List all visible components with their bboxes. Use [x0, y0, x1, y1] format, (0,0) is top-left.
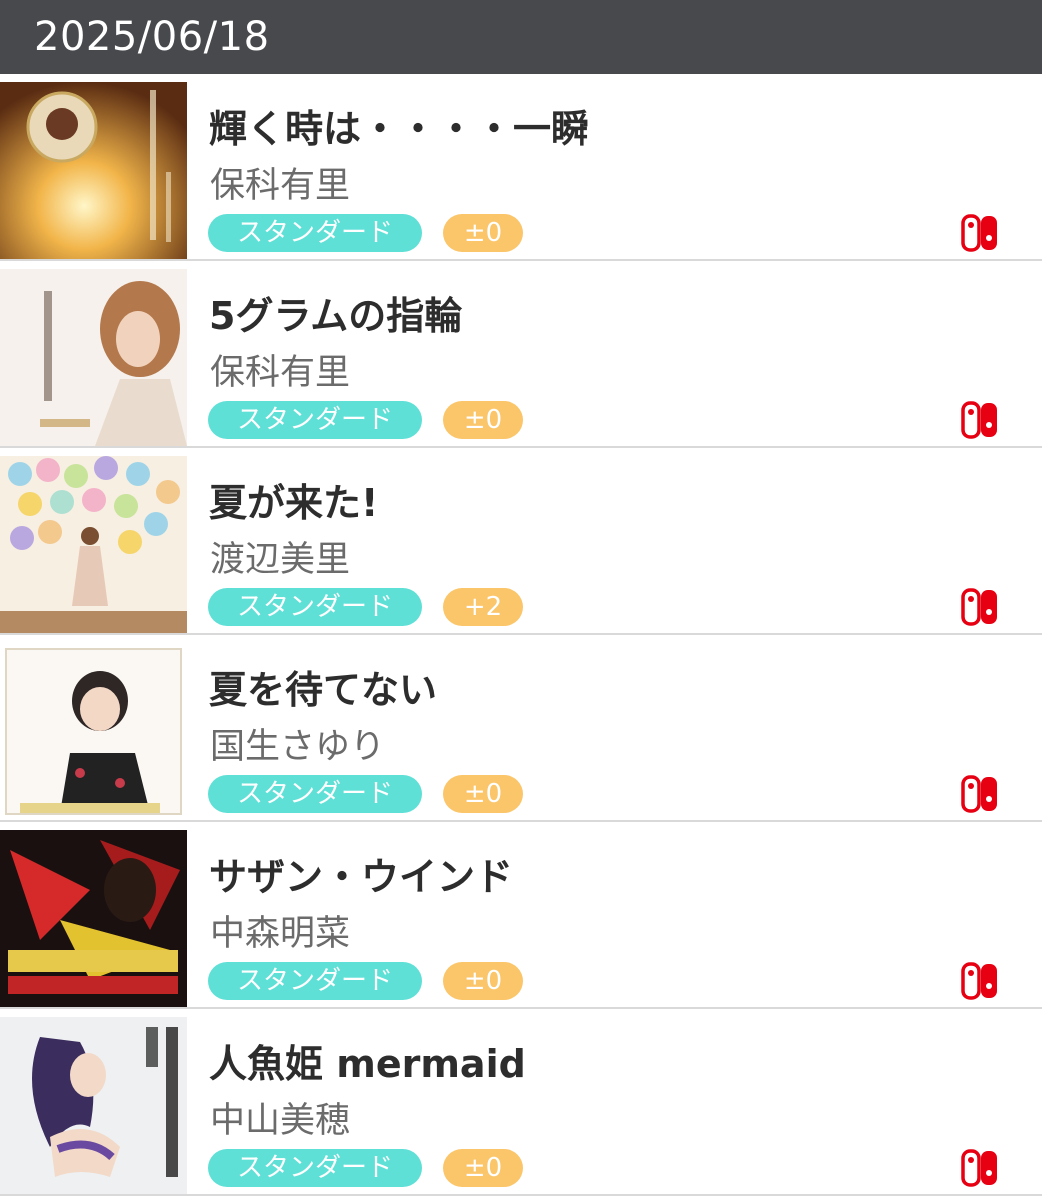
date-header: 2025/06/18 [0, 0, 1042, 74]
song-row[interactable]: 夏を待てない 国生さゆり スタンダード ±0 [0, 635, 1042, 822]
album-cover [0, 269, 187, 446]
key-badge: +2 [443, 588, 523, 626]
difficulty-badge: スタンダード [208, 588, 422, 626]
difficulty-badge: スタンダード [208, 401, 422, 439]
artist-name: 中森明菜 [210, 914, 351, 954]
artist-name: 保科有里 [210, 353, 351, 393]
album-cover [0, 456, 187, 633]
nintendo-switch-icon [961, 214, 997, 252]
song-title: 輝く時は・・・・一瞬 [209, 107, 590, 151]
song-row[interactable]: 夏が来た! 渡辺美里 スタンダード +2 [0, 448, 1042, 635]
album-cover [0, 830, 187, 1007]
difficulty-badge: スタンダード [208, 1149, 422, 1187]
song-title: サザン・ウインド [209, 855, 514, 899]
difficulty-badge: スタンダード [208, 214, 422, 252]
album-cover [0, 1017, 187, 1194]
nintendo-switch-icon [961, 775, 997, 813]
key-badge: ±0 [443, 775, 523, 813]
key-badge: ±0 [443, 1149, 523, 1187]
artist-name: 国生さゆり [210, 727, 386, 767]
album-cover [0, 643, 187, 820]
key-badge: ±0 [443, 214, 523, 252]
song-row[interactable]: 人魚姫 mermaid 中山美穂 スタンダード ±0 [0, 1009, 1042, 1196]
song-row[interactable]: 輝く時は・・・・一瞬 保科有里 スタンダード ±0 [0, 74, 1042, 261]
song-title: 人魚姫 mermaid [209, 1042, 526, 1086]
nintendo-switch-icon [961, 962, 997, 1000]
nintendo-switch-icon [961, 588, 997, 626]
artist-name: 保科有里 [210, 166, 351, 206]
song-title: 夏を待てない [209, 668, 438, 712]
key-badge: ±0 [443, 962, 523, 1000]
difficulty-badge: スタンダード [208, 962, 422, 1000]
song-title: 夏が来た! [209, 481, 379, 525]
key-badge: ±0 [443, 401, 523, 439]
artist-name: 渡辺美里 [210, 540, 351, 580]
album-cover [0, 82, 187, 259]
artist-name: 中山美穂 [210, 1101, 351, 1141]
song-row[interactable]: サザン・ウインド 中森明菜 スタンダード ±0 [0, 822, 1042, 1009]
nintendo-switch-icon [961, 1149, 997, 1187]
song-title: 5グラムの指輪 [209, 294, 463, 338]
difficulty-badge: スタンダード [208, 775, 422, 813]
nintendo-switch-icon [961, 401, 997, 439]
song-row[interactable]: 5グラムの指輪 保科有里 スタンダード ±0 [0, 261, 1042, 448]
